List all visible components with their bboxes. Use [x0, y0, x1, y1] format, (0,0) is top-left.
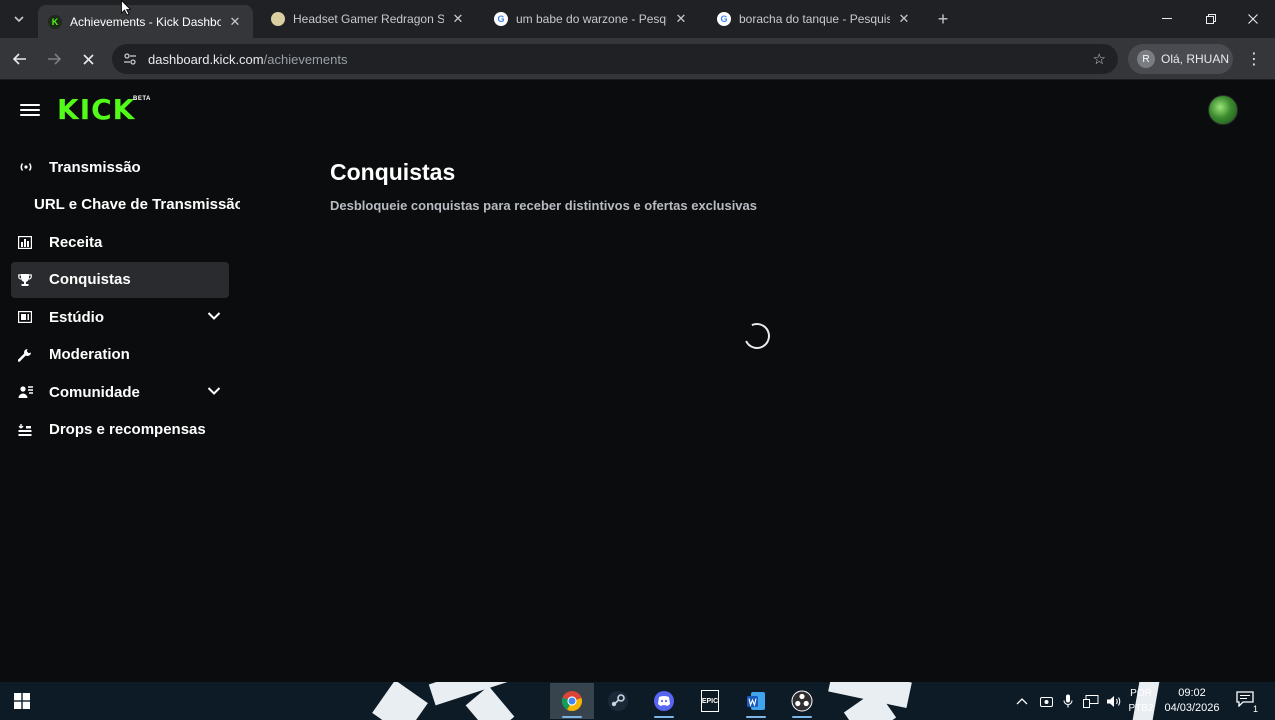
user-avatar[interactable]: [1208, 95, 1238, 125]
browser-menu-icon[interactable]: ⋮: [1244, 47, 1264, 71]
tab-title: Achievements - Kick Dashboard: [70, 14, 221, 29]
obs-taskbar-icon[interactable]: [780, 683, 824, 719]
language-line1: POR: [1130, 688, 1152, 699]
profile-button[interactable]: R Olá, RHUAN: [1128, 44, 1233, 74]
clock[interactable]: 09:02 04/03/2026: [1160, 686, 1224, 716]
windows-start-icon[interactable]: [0, 683, 44, 719]
forward-arrow-icon[interactable]: [42, 47, 66, 71]
hamburger-menu-icon[interactable]: [20, 101, 40, 119]
profile-label: Olá, RHUAN: [1161, 52, 1230, 66]
wallpaper-shape: [372, 682, 428, 720]
minimize-window-icon[interactable]: [1145, 0, 1189, 38]
sidebar-item-comunidade[interactable]: Comunidade: [11, 374, 229, 410]
clock-time: 09:02: [1178, 687, 1206, 699]
sidebar-item-label: Receita: [49, 233, 103, 251]
back-arrow-icon[interactable]: [8, 47, 32, 71]
sidebar-item-label: Estúdio: [49, 308, 104, 326]
sidebar-item-transmissao[interactable]: Transmissão: [11, 149, 229, 185]
active-indicator: [562, 716, 582, 718]
close-tab-icon[interactable]: ✕: [450, 11, 466, 27]
sidebar-item-url-chave[interactable]: URL e Chave de Transmissão: [11, 187, 240, 223]
sidebar-item-drops[interactable]: Drops e recompensas: [11, 412, 229, 448]
kick-dashboard-page: KICK BETA Transmissão URL e Chave de Tra…: [0, 81, 1275, 682]
url-path: /achievements: [263, 51, 348, 67]
tray-app-icon[interactable]: [1040, 682, 1053, 720]
url-host: dashboard.kick.com: [148, 51, 264, 67]
chrome-taskbar-icon[interactable]: [550, 683, 594, 719]
sidebar-item-label: URL e Chave de Transmissão: [34, 196, 240, 213]
drops-icon: [11, 423, 49, 437]
browser-tab-warzone[interactable]: G um babe do warzone - Pesquisa ✕: [484, 5, 699, 33]
sidebar-item-label: Moderation: [49, 346, 130, 363]
page-subtitle: Desbloqueie conquistas para receber dist…: [330, 198, 758, 213]
sidebar-item-conquistas[interactable]: Conquistas: [11, 261, 229, 298]
kick-icon: K: [48, 14, 62, 29]
tab-search-chevron-icon[interactable]: [8, 8, 30, 30]
close-tab-icon[interactable]: ✕: [673, 11, 689, 27]
discord-taskbar-icon[interactable]: [642, 683, 686, 719]
beta-badge: BETA: [133, 96, 151, 102]
bookmark-star-icon[interactable]: ☆: [1093, 50, 1106, 68]
trophy-icon: [11, 273, 49, 287]
google-icon: G: [494, 12, 508, 26]
clock-date: 04/03/2026: [1164, 702, 1220, 714]
address-bar[interactable]: dashboard.kick.com/achievements ☆: [112, 44, 1118, 74]
profile-avatar: R: [1137, 50, 1155, 68]
microphone-icon[interactable]: [1063, 682, 1073, 720]
headset-site-icon: [271, 12, 285, 26]
language-indicator[interactable]: POR PTB2: [1128, 686, 1154, 716]
sidebar-item-label: Transmissão: [49, 158, 141, 176]
epic-label: EPIC: [701, 690, 719, 712]
close-tab-icon[interactable]: ✕: [896, 11, 912, 27]
chevron-down-icon[interactable]: [207, 384, 221, 398]
network-icon[interactable]: [1083, 682, 1099, 720]
notification-count: 1: [1252, 704, 1258, 714]
browser-tab-strip: K Achievements - Kick Dashboard ✕ Headse…: [0, 0, 1275, 38]
new-tab-plus-icon[interactable]: +: [932, 8, 954, 30]
wrench-icon: [11, 348, 49, 362]
sidebar-item-label: Conquistas: [49, 271, 131, 288]
word-taskbar-icon[interactable]: [734, 683, 778, 719]
tab-title: um babe do warzone - Pesquisa: [516, 12, 667, 26]
sidebar-item-label: Drops e recompensas: [49, 421, 206, 438]
windows-taskbar: EPIC POR PTB2 09:02 04/03/2026 1: [0, 682, 1275, 720]
site-settings-icon[interactable]: [122, 51, 138, 67]
loading-spinner-icon: [740, 319, 774, 353]
steam-taskbar-icon[interactable]: [596, 683, 640, 719]
sidebar-item-receita[interactable]: Receita: [11, 224, 229, 260]
running-indicator: [792, 716, 812, 718]
language-line2: PTB2: [1128, 703, 1154, 714]
running-indicator: [746, 716, 766, 718]
sidebar-item-label: Comunidade: [49, 383, 140, 401]
sidebar-item-moderation[interactable]: Moderation: [11, 337, 229, 373]
volume-icon[interactable]: [1106, 682, 1122, 720]
browser-tab-boracha[interactable]: G boracha do tanque - Pesquisa G ✕: [707, 5, 922, 33]
tray-overflow-chevron-icon[interactable]: [1016, 682, 1028, 720]
stop-loading-icon[interactable]: [76, 47, 100, 71]
browser-tab-achievements[interactable]: K Achievements - Kick Dashboard ✕: [38, 5, 253, 38]
browser-toolbar: dashboard.kick.com/achievements ☆ R Olá,…: [0, 38, 1275, 80]
notification-center-icon[interactable]: 1: [1234, 691, 1258, 714]
people-icon: [11, 385, 49, 399]
close-tab-icon[interactable]: ✕: [227, 14, 243, 30]
dashboard-sidebar: Transmissão URL e Chave de Transmissão R…: [11, 149, 240, 449]
broadcast-icon: [11, 161, 49, 173]
mouse-cursor-icon: [121, 0, 131, 16]
epic-games-taskbar-icon[interactable]: EPIC: [688, 683, 732, 719]
tab-title: boracha do tanque - Pesquisa G: [739, 12, 890, 26]
restore-window-icon[interactable]: [1189, 0, 1233, 38]
kick-logo[interactable]: KICK: [57, 95, 135, 125]
close-window-icon[interactable]: [1231, 0, 1275, 38]
sidebar-item-estudio[interactable]: Estúdio: [11, 299, 229, 335]
running-indicator: [654, 716, 674, 718]
browser-tab-headset[interactable]: Headset Gamer Redragon Scylla ✕: [261, 5, 476, 33]
page-title: Conquistas: [330, 159, 456, 185]
chart-icon: [11, 235, 49, 249]
studio-icon: [11, 311, 49, 323]
google-icon: G: [717, 12, 731, 26]
chevron-down-icon[interactable]: [207, 309, 221, 323]
tab-title: Headset Gamer Redragon Scylla: [293, 12, 444, 26]
